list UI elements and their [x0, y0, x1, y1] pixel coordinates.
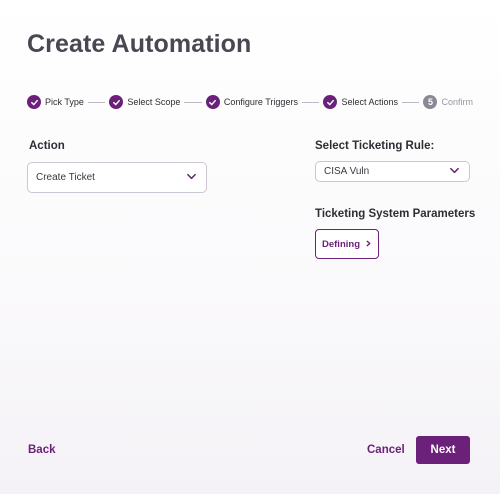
chevron-down-icon: [449, 165, 460, 179]
chevron-right-icon: [360, 239, 372, 250]
wizard-stepper: Pick Type Select Scope Configure Trigger…: [27, 94, 473, 110]
step-label: Pick Type: [45, 97, 84, 107]
action-select[interactable]: Create Ticket: [27, 162, 207, 193]
step-connector: [301, 101, 320, 103]
cancel-button[interactable]: Cancel: [367, 444, 405, 456]
step-connector: [87, 101, 106, 103]
step-select-scope[interactable]: Select Scope: [109, 95, 180, 109]
step-configure-triggers[interactable]: Configure Triggers: [205, 95, 298, 109]
defining-button-label: Defining: [322, 238, 360, 250]
ticketing-rule-label: Select Ticketing Rule:: [315, 140, 435, 152]
action-select-value: Create Ticket: [36, 172, 95, 183]
back-button[interactable]: Back: [28, 444, 56, 456]
step-select-actions[interactable]: Select Actions: [323, 95, 398, 109]
check-icon: [323, 95, 338, 109]
next-button[interactable]: Next: [416, 436, 470, 464]
step-connector: [184, 101, 202, 103]
ticketing-rule-select-value: CISA Vuln: [324, 166, 370, 177]
check-icon: [109, 95, 124, 109]
step-label: Select Actions: [341, 97, 398, 107]
chevron-down-icon: [186, 171, 197, 185]
check-icon: [205, 95, 220, 109]
step-number-badge: 5: [423, 95, 438, 109]
action-label: Action: [29, 140, 65, 152]
defining-button[interactable]: Defining: [315, 229, 379, 259]
step-label: Select Scope: [127, 97, 181, 107]
ticketing-rule-select[interactable]: CISA Vuln: [315, 161, 470, 182]
step-pick-type[interactable]: Pick Type: [27, 95, 84, 109]
page-title: Create Automation: [27, 30, 252, 58]
step-label: Configure Triggers: [223, 97, 298, 107]
step-confirm: 5 Confirm: [423, 95, 473, 109]
check-icon: [27, 95, 41, 109]
step-connector: [401, 101, 420, 103]
step-label: Confirm: [441, 97, 473, 107]
ticketing-params-label: Ticketing System Parameters: [315, 208, 476, 220]
